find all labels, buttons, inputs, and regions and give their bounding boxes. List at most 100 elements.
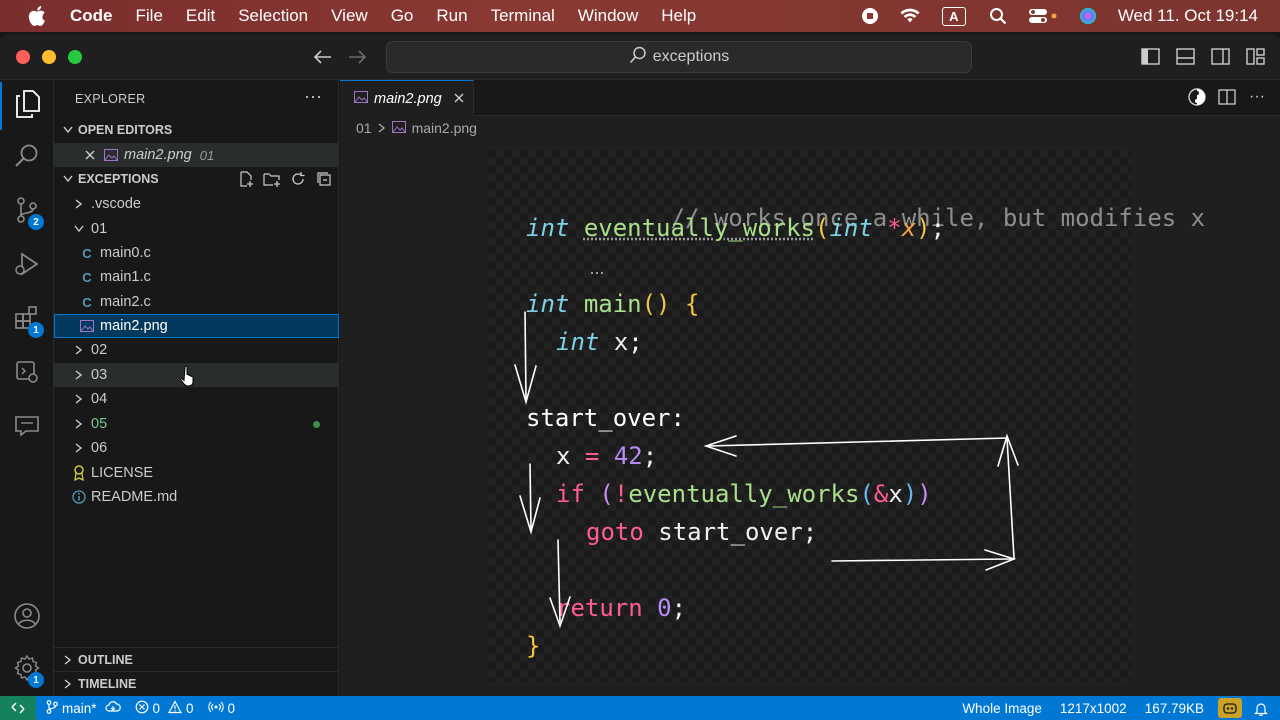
tree-file-main0[interactable]: C main0.c bbox=[54, 241, 339, 265]
open-editor-name: main2.png bbox=[124, 147, 192, 163]
chevron-right-icon bbox=[378, 120, 386, 136]
remote-explorer-icon bbox=[14, 359, 40, 390]
tree-label: 04 bbox=[91, 391, 108, 407]
menu-selection[interactable]: Selection bbox=[238, 6, 308, 26]
menu-edit[interactable]: Edit bbox=[186, 6, 215, 26]
tree-folder-04[interactable]: 04 bbox=[54, 387, 339, 411]
copilot-icon[interactable] bbox=[1218, 698, 1242, 718]
menu-file[interactable]: File bbox=[136, 6, 163, 26]
notifications-bell-icon[interactable] bbox=[1254, 701, 1268, 716]
layout-controls bbox=[1140, 46, 1266, 67]
tree-folder-02[interactable]: 02 bbox=[54, 338, 339, 362]
close-icon[interactable] bbox=[82, 150, 98, 160]
window-maximize-button[interactable] bbox=[68, 50, 82, 64]
extensions-activity[interactable]: 1 bbox=[0, 296, 54, 344]
open-editors-header[interactable]: OPEN EDITORS bbox=[54, 119, 339, 141]
toggle-panel-icon[interactable] bbox=[1175, 46, 1196, 67]
image-file-icon bbox=[102, 149, 120, 161]
search-icon bbox=[14, 143, 40, 174]
tree-file-readme[interactable]: README.md bbox=[54, 485, 339, 509]
remote-explorer-activity[interactable] bbox=[0, 350, 54, 398]
remote-indicator-icon[interactable] bbox=[0, 696, 36, 720]
toggle-secondary-sidebar-icon[interactable] bbox=[1210, 46, 1231, 67]
chevron-right-icon bbox=[71, 345, 87, 355]
more-actions-icon[interactable]: ··· bbox=[1248, 88, 1266, 106]
image-view-mode[interactable]: Whole Image bbox=[962, 701, 1042, 716]
search-activity[interactable] bbox=[0, 134, 54, 182]
flow-arrow-line bbox=[524, 311, 527, 399]
editor-tab-bar: main2.png ··· bbox=[340, 80, 1280, 116]
git-branch-status[interactable]: main* bbox=[46, 699, 121, 717]
menu-run[interactable]: Run bbox=[436, 6, 467, 26]
tree-label: 05 bbox=[91, 416, 108, 432]
open-editor-item[interactable]: main2.png 01 bbox=[54, 143, 339, 167]
control-center-icon[interactable] bbox=[1028, 6, 1058, 26]
tab-main2-png[interactable]: main2.png bbox=[340, 80, 474, 116]
timeline-header[interactable]: TIMELINE bbox=[54, 671, 339, 695]
window-minimize-button[interactable] bbox=[42, 50, 56, 64]
info-icon bbox=[70, 490, 88, 504]
menu-view[interactable]: View bbox=[331, 6, 368, 26]
run-debug-activity[interactable] bbox=[0, 242, 54, 290]
tree-label: 01 bbox=[91, 221, 108, 237]
c-file-icon: C bbox=[82, 269, 92, 285]
menubar-clock[interactable]: Wed 11. Oct 19:14 bbox=[1118, 6, 1258, 26]
back-arrow-icon[interactable] bbox=[312, 46, 334, 68]
new-folder-icon[interactable] bbox=[263, 170, 281, 188]
menu-help[interactable]: Help bbox=[661, 6, 696, 26]
siri-icon[interactable] bbox=[1078, 6, 1098, 26]
workspace-header[interactable]: EXCEPTIONS bbox=[54, 168, 339, 190]
sidebar-title: EXPLORER bbox=[75, 92, 146, 106]
manage-activity[interactable]: 1 bbox=[0, 646, 54, 694]
apple-icon[interactable] bbox=[26, 5, 48, 27]
wifi-icon[interactable] bbox=[900, 6, 920, 26]
outline-header[interactable]: OUTLINE bbox=[54, 647, 339, 671]
tree-file-main2c[interactable]: C main2.c bbox=[54, 290, 339, 314]
branch-icon bbox=[46, 699, 58, 717]
run-debug-icon bbox=[13, 251, 41, 282]
source-control-activity[interactable]: 2 bbox=[0, 188, 54, 236]
problems-status[interactable]: 0 0 bbox=[135, 699, 194, 717]
accounts-activity[interactable] bbox=[0, 594, 54, 642]
spotlight-search-icon[interactable] bbox=[988, 6, 1008, 26]
scm-badge: 2 bbox=[28, 214, 44, 230]
tree-folder-05[interactable]: 05 bbox=[54, 412, 339, 436]
menu-terminal[interactable]: Terminal bbox=[491, 6, 555, 26]
compare-icon[interactable] bbox=[1188, 88, 1206, 106]
ports-status[interactable]: 0 bbox=[207, 700, 235, 717]
tree-folder-03[interactable]: 03 bbox=[54, 363, 339, 387]
menu-window[interactable]: Window bbox=[578, 6, 638, 26]
record-stop-icon[interactable] bbox=[860, 6, 880, 26]
command-center-search[interactable]: exceptions bbox=[386, 41, 972, 73]
new-file-icon[interactable] bbox=[237, 170, 255, 188]
menu-app-name[interactable]: Code bbox=[70, 6, 113, 26]
tree-folder-06[interactable]: 06 bbox=[54, 436, 339, 460]
input-source-icon[interactable]: A bbox=[940, 6, 968, 26]
tree-file-main2png[interactable]: main2.png bbox=[54, 314, 339, 338]
tree-file-main1[interactable]: C main1.c bbox=[54, 265, 339, 289]
tree-label: main0.c bbox=[100, 245, 151, 261]
menu-go[interactable]: Go bbox=[391, 6, 414, 26]
code-image-content: // works once a while, but modifies x in… bbox=[340, 140, 1280, 696]
window-close-button[interactable] bbox=[16, 50, 30, 64]
tree-file-license[interactable]: LICENSE bbox=[54, 461, 339, 485]
breadcrumb-file[interactable]: main2.png bbox=[412, 120, 477, 136]
image-file-icon bbox=[391, 120, 406, 136]
customize-layout-icon[interactable] bbox=[1245, 46, 1266, 67]
split-editor-icon[interactable] bbox=[1218, 88, 1236, 106]
explorer-activity[interactable] bbox=[0, 82, 54, 130]
refresh-icon[interactable] bbox=[289, 170, 307, 188]
tree-label: .vscode bbox=[91, 196, 141, 212]
close-icon[interactable] bbox=[454, 90, 464, 107]
tree-folder-01[interactable]: 01 bbox=[54, 217, 339, 241]
breadcrumb-folder[interactable]: 01 bbox=[356, 120, 372, 136]
modified-dot bbox=[313, 420, 320, 428]
collapse-all-icon[interactable] bbox=[315, 170, 333, 188]
comments-activity[interactable] bbox=[0, 404, 54, 452]
tree-folder-vscode[interactable]: .vscode bbox=[54, 192, 339, 216]
more-actions-icon[interactable]: ··· bbox=[304, 86, 322, 107]
sync-cloud-icon[interactable] bbox=[104, 700, 121, 716]
broadcast-icon bbox=[207, 700, 224, 717]
forward-arrow-icon[interactable] bbox=[346, 46, 368, 68]
toggle-primary-sidebar-icon[interactable] bbox=[1140, 46, 1161, 67]
